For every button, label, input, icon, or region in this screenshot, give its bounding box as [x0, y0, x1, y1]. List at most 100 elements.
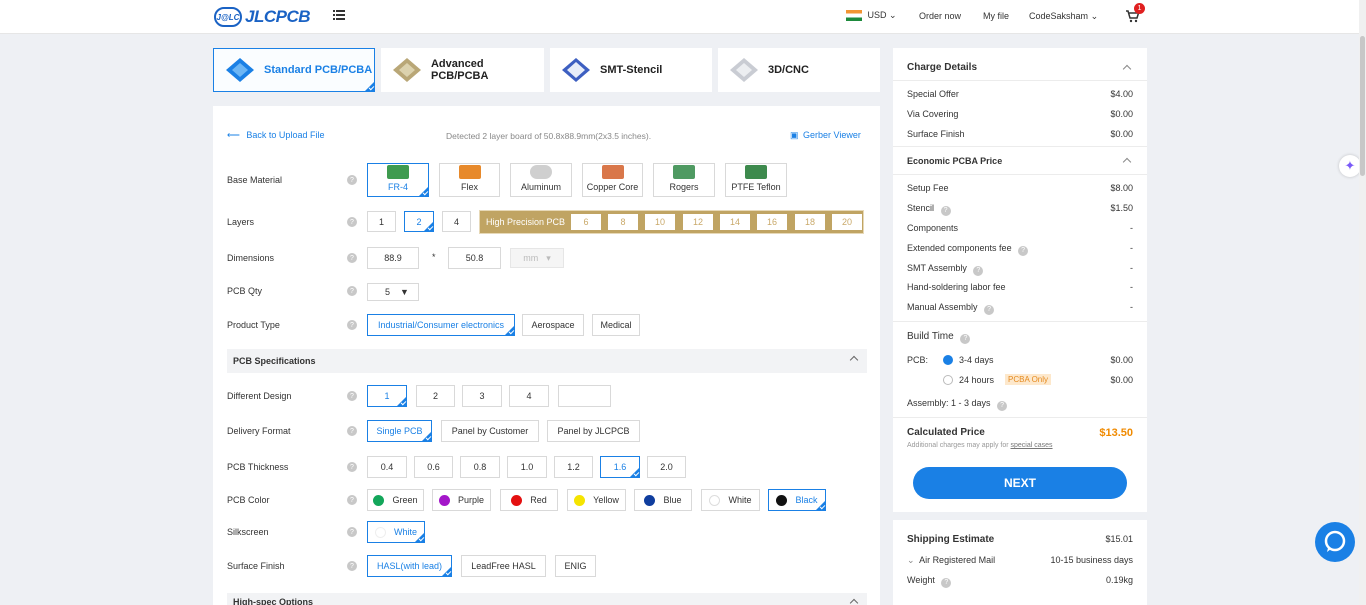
silkscreen-white[interactable]: White [367, 521, 425, 543]
tab-advanced-pcb[interactable]: Advanced PCB/PCBA [381, 48, 544, 92]
ai-sparkle-icon[interactable]: ✦ [1339, 155, 1361, 177]
surface-leadfree-hasl[interactable]: LeadFree HASL [461, 555, 546, 577]
design-option-2[interactable]: 2 [416, 385, 455, 407]
material-aluminum[interactable]: Aluminum [510, 163, 572, 197]
special-cases-link[interactable]: special cases [1011, 442, 1053, 449]
order-now-link[interactable]: Order now [919, 11, 961, 21]
tab-smt-stencil[interactable]: SMT-Stencil [550, 48, 712, 92]
my-file-link[interactable]: My file [983, 11, 1009, 21]
delivery-panel-by-customer[interactable]: Panel by Customer [441, 420, 539, 442]
layer-option-18[interactable]: 18 [795, 214, 825, 230]
color-blue[interactable]: Blue [634, 489, 692, 511]
help-icon[interactable]: ? [347, 175, 357, 185]
jlcpcb-logo[interactable]: J@LC JLCPCB [214, 6, 311, 28]
gerber-viewer-link[interactable]: ▣ Gerber Viewer [790, 130, 861, 141]
thickness-1-2[interactable]: 1.2 [554, 456, 593, 478]
build-3-4-days-label: 3-4 days [959, 355, 994, 365]
layer-option-2[interactable]: 2 [404, 211, 434, 232]
help-icon[interactable]: ? [347, 527, 357, 537]
divider [893, 174, 1147, 175]
material-rogers[interactable]: Rogers [653, 163, 715, 197]
thickness-0-8[interactable]: 0.8 [460, 456, 500, 478]
layer-option-10[interactable]: 10 [645, 214, 675, 230]
help-icon[interactable]: ? [347, 320, 357, 330]
design-custom-input[interactable] [558, 385, 611, 407]
surface-enig[interactable]: ENIG [555, 555, 596, 577]
material-flex[interactable]: Flex [439, 163, 500, 197]
color-yellow[interactable]: Yellow [567, 489, 626, 511]
tab-label: Standard PCB/PCBA [264, 64, 373, 76]
currency-selector[interactable]: USD ⌄ [846, 10, 897, 22]
layer-option-16[interactable]: 16 [757, 214, 787, 230]
delivery-single-pcb[interactable]: Single PCB [367, 420, 432, 442]
layer-option-14[interactable]: 14 [720, 214, 750, 230]
help-icon[interactable]: ? [347, 391, 357, 401]
color-black[interactable]: Black [768, 489, 826, 511]
dimension-y-input[interactable]: 50.8 [448, 247, 501, 269]
surface-value: HASL(with lead) [376, 561, 443, 571]
unit-select[interactable]: mm ▾ [510, 248, 564, 268]
build-3-4-days-radio[interactable] [943, 355, 953, 365]
menu-icon[interactable] [333, 10, 345, 22]
help-icon[interactable]: ? [960, 333, 971, 344]
help-icon[interactable]: ? [940, 205, 951, 216]
pcb-qty-select[interactable]: 5 ▼ [367, 283, 419, 301]
pcb-specifications-header[interactable]: PCB Specifications [227, 349, 867, 373]
help-icon[interactable]: ? [347, 217, 357, 227]
dimension-x-input[interactable]: 88.9 [367, 247, 419, 269]
help-icon[interactable]: ? [347, 495, 357, 505]
help-icon[interactable]: ? [941, 577, 952, 588]
thickness-0-6[interactable]: 0.6 [414, 456, 453, 478]
copper-image-icon [601, 165, 624, 179]
material-ptfe-teflon[interactable]: PTFE Teflon [725, 163, 787, 197]
design-option-3[interactable]: 3 [462, 385, 502, 407]
thickness-1-0[interactable]: 1.0 [507, 456, 547, 478]
color-red[interactable]: Red [500, 489, 558, 511]
thickness-1-6[interactable]: 1.6 [600, 456, 640, 478]
layer-option-8[interactable]: 8 [608, 214, 638, 230]
product-type-aerospace[interactable]: Aerospace [522, 314, 584, 336]
layer-option-20[interactable]: 20 [832, 214, 862, 230]
layer-option-12[interactable]: 12 [683, 214, 713, 230]
material-fr4[interactable]: FR-4 [367, 163, 429, 197]
layer-option-4[interactable]: 4 [442, 211, 471, 232]
setup-fee-value: $8.00 [1110, 183, 1133, 193]
product-type-medical[interactable]: Medical [592, 314, 640, 336]
help-icon[interactable]: ? [347, 253, 357, 263]
high-spec-options-header[interactable]: High-spec Options [227, 593, 867, 605]
design-option-4[interactable]: 4 [509, 385, 549, 407]
surface-hasl-lead[interactable]: HASL(with lead) [367, 555, 452, 577]
layer-option-1[interactable]: 1 [367, 211, 396, 232]
thickness-0-4[interactable]: 0.4 [367, 456, 407, 478]
scrollbar-thumb[interactable] [1360, 36, 1365, 176]
help-icon[interactable]: ? [1018, 245, 1029, 256]
back-to-upload-link[interactable]: ⟵ Back to Upload File [227, 130, 324, 141]
chat-button[interactable] [1315, 522, 1355, 562]
help-icon[interactable]: ? [973, 265, 984, 276]
additional-charges-note: Additional charges may apply for special… [907, 442, 1053, 449]
thickness-value: 1.6 [613, 462, 627, 472]
tab-standard-pcb[interactable]: Standard PCB/PCBA [213, 48, 375, 92]
help-icon[interactable]: ? [347, 561, 357, 571]
delivery-panel-by-jlcpcb[interactable]: Panel by JLCPCB [547, 420, 640, 442]
components-value: - [1130, 223, 1133, 233]
next-button[interactable]: NEXT [913, 467, 1127, 499]
color-white[interactable]: White [701, 489, 760, 511]
user-menu[interactable]: CodeSaksham ⌄ [1029, 11, 1098, 22]
help-icon[interactable]: ? [347, 462, 357, 472]
help-icon[interactable]: ? [347, 286, 357, 296]
section-title: PCB Specifications [233, 356, 316, 366]
help-icon[interactable]: ? [997, 400, 1008, 411]
build-24-hours-radio[interactable] [943, 375, 953, 385]
tab-3d-cnc[interactable]: 3D/CNC [718, 48, 880, 92]
thickness-2-0[interactable]: 2.0 [647, 456, 686, 478]
material-copper-core[interactable]: Copper Core [582, 163, 643, 197]
color-purple[interactable]: Purple [432, 489, 491, 511]
design-option-1[interactable]: 1 [367, 385, 407, 407]
shipping-method[interactable]: ⌄ Air Registered Mail [907, 555, 995, 566]
color-green[interactable]: Green [367, 489, 424, 511]
layer-option-6[interactable]: 6 [571, 214, 601, 230]
help-icon[interactable]: ? [984, 304, 995, 315]
help-icon[interactable]: ? [347, 426, 357, 436]
product-type-industrial[interactable]: Industrial/Consumer electronics [367, 314, 515, 336]
